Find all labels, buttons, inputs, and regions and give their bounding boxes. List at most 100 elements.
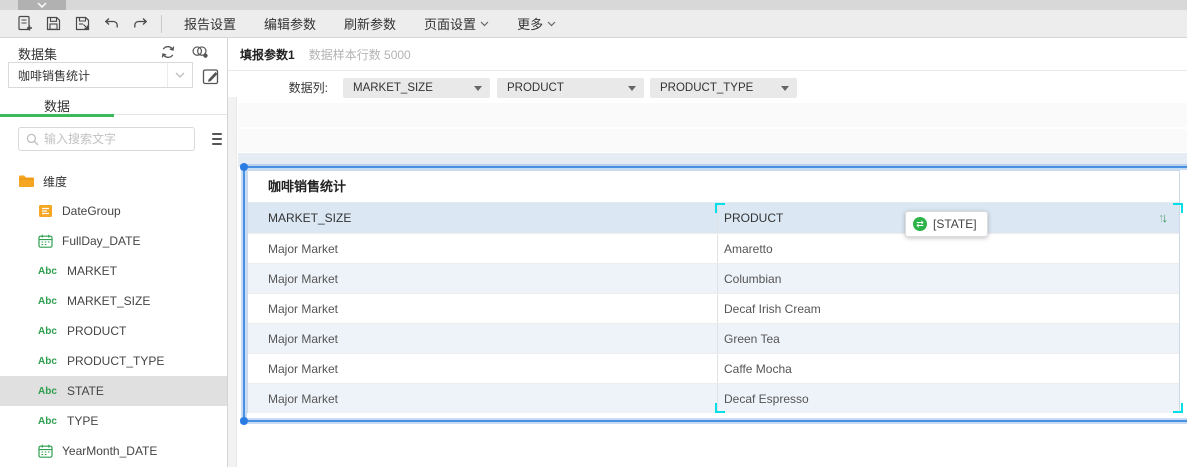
menu-page-settings[interactable]: 页面设置 — [424, 14, 489, 33]
selection-border-left — [243, 166, 245, 422]
menu-more[interactable]: 更多 — [517, 14, 556, 33]
column-select-value: PRODUCT_TYPE — [660, 82, 781, 94]
dropdown-arrow-icon — [781, 86, 789, 91]
report-table-widget[interactable]: 咖啡销售统计 MARKET_SIZE PRODUCT ↑↓ Major Mark… — [247, 170, 1180, 413]
drop-target-corner-top-right — [1173, 203, 1183, 213]
data-columns-label: 数据列: — [248, 78, 328, 98]
field-item-dategroup[interactable]: DateGroup — [0, 196, 227, 226]
canvas-gutter — [228, 97, 237, 467]
widget-margin-band — [238, 153, 1187, 167]
selection-border-bottom — [242, 420, 1187, 422]
column-select-product-type[interactable]: PRODUCT_TYPE — [650, 78, 797, 98]
search-input[interactable] — [44, 132, 194, 146]
column-select-product[interactable]: PRODUCT — [497, 78, 644, 98]
field-item-product[interactable]: Abc PRODUCT — [0, 316, 227, 346]
dataset-select-value: 咖啡销售统计 — [9, 67, 167, 84]
menu-label: 页面设置 — [424, 14, 476, 33]
field-label: MARKET_SIZE — [67, 294, 150, 308]
empty-param-row — [238, 103, 1187, 127]
table-row[interactable]: Major Market Decaf Espresso — [248, 383, 1179, 413]
menu-label: 刷新参数 — [344, 14, 396, 33]
sort-icon[interactable]: ↑↓ — [1158, 210, 1165, 225]
cell-value: Decaf Espresso — [724, 392, 809, 406]
field-item-fullday-date[interactable]: FullDay_DATE — [0, 226, 227, 256]
dataset-sidebar: 数据集 咖啡销售统计 — [0, 38, 228, 467]
redo-button[interactable] — [126, 10, 155, 38]
menu-refresh-params[interactable]: 刷新参数 — [344, 14, 396, 33]
menu-label: 编辑参数 — [264, 14, 316, 33]
field-label: STATE — [67, 384, 104, 398]
swap-arrows-icon: ⇄ — [913, 217, 927, 231]
table-header-row: MARKET_SIZE PRODUCT ↑↓ — [248, 203, 1179, 233]
table-row[interactable]: Major Market Green Tea — [248, 323, 1179, 353]
text-field-icon: Abc — [38, 356, 58, 367]
cell-value: Amaretto — [724, 242, 773, 256]
text-field-icon: Abc — [38, 296, 58, 307]
undo-button[interactable] — [97, 10, 126, 38]
dropdown-arrow-icon — [628, 86, 636, 91]
drag-chip-state[interactable]: ⇄ [STATE] — [905, 211, 988, 237]
menu-label: 更多 — [517, 14, 543, 33]
cell-value: Major Market — [268, 332, 338, 346]
sheet-tabbar: 填报参数1 数据样本行数 5000 — [228, 38, 1187, 71]
table-row[interactable]: Major Market Decaf Irish Cream — [248, 293, 1179, 323]
field-label: FullDay_DATE — [62, 234, 140, 248]
selection-handle-top[interactable] — [240, 163, 248, 171]
refresh-dataset-button[interactable] — [158, 42, 178, 62]
group-field-icon — [38, 204, 53, 218]
drag-chip-label: [STATE] — [933, 217, 977, 231]
dataset-select-arrow — [167, 63, 192, 87]
new-report-icon — [16, 15, 33, 32]
chevron-down-icon — [547, 21, 556, 27]
sheet-tab[interactable]: 填报参数1 — [240, 46, 295, 63]
tab-active-indicator — [0, 114, 114, 117]
column-select-market-size[interactable]: MARKET_SIZE — [343, 78, 490, 98]
new-report-button[interactable] — [10, 10, 39, 38]
save-button[interactable] — [39, 10, 68, 38]
window-top-strip — [0, 0, 1187, 10]
field-item-product-type[interactable]: Abc PRODUCT_TYPE — [0, 346, 227, 376]
table-row[interactable]: Major Market Caffe Mocha — [248, 353, 1179, 383]
sidebar-tabbar: 数据 — [0, 96, 227, 115]
tab-data-label: 数据 — [44, 99, 70, 114]
column-select-value: MARKET_SIZE — [353, 82, 474, 94]
cell-value: Major Market — [268, 392, 338, 406]
field-item-market[interactable]: Abc MARKET — [0, 256, 227, 286]
dataset-label: 数据集 — [18, 44, 57, 63]
selection-handle-bottom[interactable] — [240, 417, 248, 425]
field-label: TYPE — [67, 414, 98, 428]
edit-dataset-button[interactable] — [199, 64, 223, 88]
field-search-box[interactable] — [18, 127, 195, 151]
dimension-folder[interactable]: 维度 — [0, 166, 227, 196]
tab-data[interactable]: 数据 — [0, 96, 114, 115]
main-panel: 填报参数1 数据样本行数 5000 数据列: MARKET_SIZE PRODU… — [228, 38, 1187, 467]
save-as-button[interactable] — [68, 10, 97, 38]
field-item-yearmonth-date[interactable]: YearMonth_DATE — [0, 436, 227, 466]
field-label: PRODUCT — [67, 324, 126, 338]
menu-report-settings[interactable]: 报告设置 — [184, 14, 236, 33]
collapse-toolbar-tab[interactable] — [18, 0, 66, 10]
folder-label: 维度 — [43, 173, 67, 190]
undo-icon — [103, 15, 120, 32]
cell-value: Major Market — [268, 242, 338, 256]
search-icon — [26, 133, 39, 146]
field-item-state[interactable]: Abc STATE — [0, 376, 227, 406]
chevron-down-icon — [175, 72, 185, 78]
header-cell-market-size[interactable]: MARKET_SIZE — [248, 203, 718, 233]
drop-target-corner-top-left — [715, 203, 725, 213]
selection-border-top — [242, 166, 1187, 168]
sample-rows-label: 数据样本行数 5000 — [309, 46, 411, 63]
text-field-icon: Abc — [38, 416, 58, 427]
menu-edit-params[interactable]: 编辑参数 — [264, 14, 316, 33]
refresh-icon — [159, 43, 177, 61]
dataset-select[interactable]: 咖啡销售统计 — [8, 62, 193, 88]
field-list-options-button[interactable] — [209, 131, 225, 147]
field-item-market-size[interactable]: Abc MARKET_SIZE — [0, 286, 227, 316]
table-row[interactable]: Major Market Amaretto — [248, 233, 1179, 263]
cell-value: Green Tea — [724, 332, 780, 346]
folder-icon — [18, 174, 35, 188]
table-row[interactable]: Major Market Columbian — [248, 263, 1179, 293]
dataset-relation-button[interactable] — [190, 42, 210, 62]
field-item-type[interactable]: Abc TYPE — [0, 406, 227, 436]
redo-icon — [132, 15, 149, 32]
